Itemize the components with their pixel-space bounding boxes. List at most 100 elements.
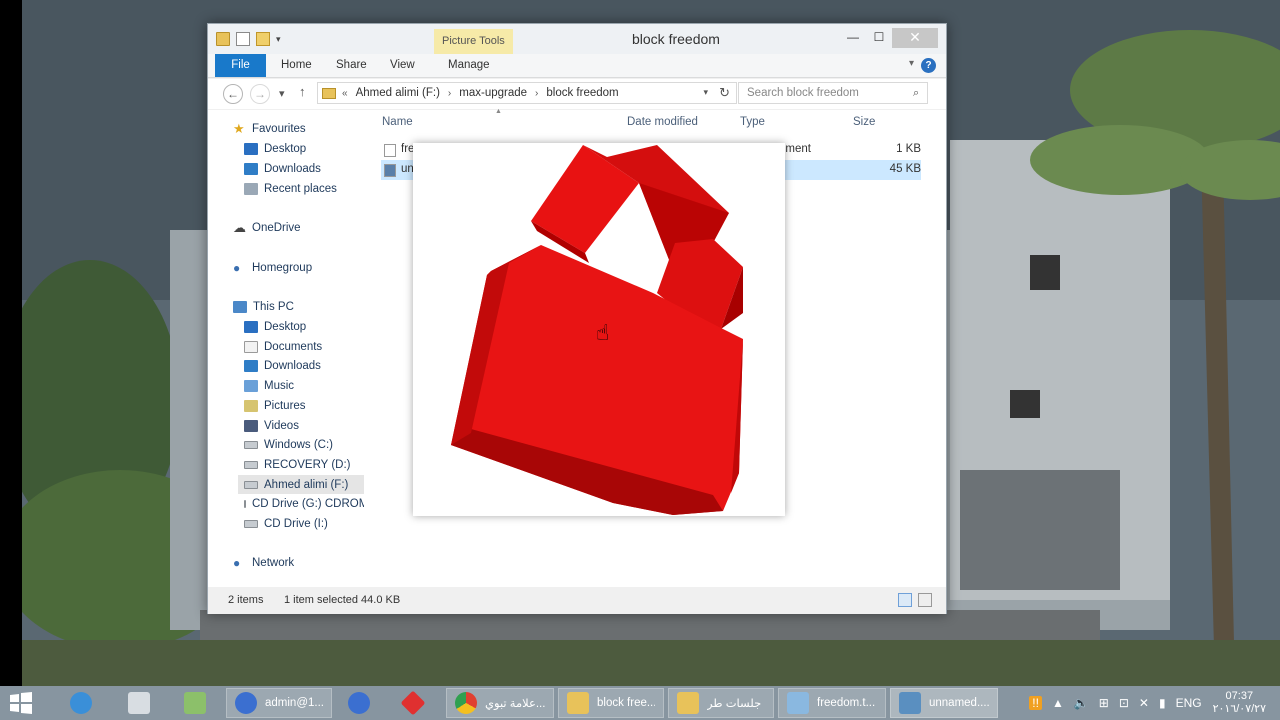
expand-ribbon-icon[interactable]: ▾ [909, 58, 914, 69]
recent-places-icon [244, 182, 258, 195]
nav-label: Homegroup [252, 261, 313, 274]
search-icon[interactable]: ⌕ [913, 87, 940, 100]
close-button[interactable]: ✕ [892, 28, 938, 48]
nav-fav-recent[interactable]: Recent places [244, 179, 337, 198]
column-date-modified[interactable]: Date modified [627, 116, 698, 128]
ie-logo-icon [70, 692, 92, 714]
quick-access-toolbar: ▾ [216, 32, 281, 46]
taskbar-app-admin[interactable]: admin@1... [226, 688, 332, 718]
chevron-up-icon[interactable]: ▲ [1052, 696, 1064, 710]
nav-pc-music[interactable]: Music [244, 376, 294, 395]
calculator-icon[interactable] [128, 688, 158, 718]
nav-favourites[interactable]: ★ Favourites [233, 119, 306, 138]
breadcrumb-block-freedom[interactable]: block freedom [546, 87, 618, 99]
back-button[interactable]: ← [223, 84, 243, 104]
properties-icon[interactable] [236, 32, 250, 46]
column-type[interactable]: Type [740, 116, 765, 128]
nav-label: Windows (C:) [264, 438, 334, 451]
nav-fav-desktop[interactable]: Desktop [244, 139, 306, 158]
large-icons-view-button[interactable] [918, 593, 932, 607]
picture-tools-label: Picture Tools [434, 29, 513, 55]
taskbar-label: freedom.t... [817, 697, 876, 709]
nav-pc-downloads[interactable]: Downloads [244, 356, 321, 375]
hand-cursor-icon: ☝ [596, 320, 610, 345]
network-tray-icon[interactable]: ⊡ [1119, 696, 1129, 710]
chevron-down-icon[interactable]: ▾ [703, 87, 708, 98]
refresh-icon[interactable]: ↻ [719, 85, 730, 101]
nav-label: RECOVERY (D:) [264, 458, 351, 471]
taskbar-app-block-freedom[interactable]: block free... [558, 688, 664, 718]
windows-start-icon[interactable] [6, 690, 36, 716]
language-indicator[interactable]: ENG [1176, 696, 1202, 710]
computer-icon [233, 300, 247, 313]
internet-explorer-icon[interactable] [70, 688, 100, 718]
nav-pc-desktop[interactable]: Desktop [244, 317, 306, 336]
nav-pc-pictures[interactable]: Pictures [244, 396, 306, 415]
chevron-right-icon[interactable]: › [535, 88, 538, 99]
taskbar-app-chrome[interactable]: علامة تبوي... [446, 688, 554, 718]
search-input[interactable]: Search block freedom [738, 82, 928, 104]
chevron-right-icon[interactable]: › [448, 88, 451, 99]
phone-app-icon [235, 692, 257, 714]
nav-pc-videos[interactable]: Videos [244, 416, 299, 435]
breadcrumb-max-upgrade[interactable]: max-upgrade [459, 87, 527, 99]
breadcrumb-drive[interactable]: Ahmed alimi (F:) [356, 87, 440, 99]
taskbar-app-freedom-txt[interactable]: freedom.t... [778, 688, 886, 718]
network-icon: ● [233, 555, 241, 570]
downloads-icon [244, 359, 258, 372]
nav-homegroup[interactable]: ● Homegroup [233, 258, 312, 277]
details-view-button[interactable] [898, 593, 912, 607]
navigation-pane: ★ Favourites Desktop Downloads Recent pla… [208, 110, 368, 587]
taskbar-app-red[interactable] [400, 688, 432, 718]
nav-pc-cd-i[interactable]: CD Drive (I:) [244, 514, 328, 533]
nav-thispc[interactable]: This PC [233, 297, 294, 316]
recent-locations-icon[interactable]: ▾ [279, 87, 285, 100]
signal-icon[interactable]: ▮ [1159, 696, 1166, 710]
new-folder-icon[interactable] [256, 32, 270, 46]
file-size: 45 KB [889, 163, 921, 175]
taskbar-app-folder-arabic[interactable]: جلسات طر [668, 688, 774, 718]
column-size[interactable]: Size [853, 116, 875, 128]
nav-pc-documents[interactable]: Documents [244, 337, 322, 356]
title-bar[interactable]: ▾ Picture Tools block freedom — ☐ ✕ [208, 24, 946, 55]
taskbar-app-phone[interactable] [348, 688, 378, 718]
calculator-logo-icon [128, 692, 150, 714]
up-button[interactable]: ↑ [299, 84, 306, 99]
taskbar-app-unnamed[interactable]: unnamed.... [890, 688, 998, 718]
nav-fav-downloads[interactable]: Downloads [244, 159, 321, 178]
clock[interactable]: 07:37 ٢٠١٦/٠٧/٢٧ [1213, 690, 1266, 716]
nav-onedrive[interactable]: ☁ OneDrive [233, 218, 301, 237]
tab-home[interactable]: Home [281, 54, 312, 77]
windows-flag-icon[interactable]: ⊞ [1099, 696, 1109, 710]
chevron-down-icon[interactable]: ▾ [276, 32, 281, 46]
tab-file[interactable]: File [215, 54, 266, 77]
notification-icon[interactable]: !! [1029, 696, 1042, 710]
nav-label: OneDrive [252, 221, 301, 234]
taskbar-label: block free... [597, 697, 655, 709]
documents-icon [244, 340, 258, 353]
phone-app-icon [348, 692, 370, 714]
tab-view[interactable]: View [390, 54, 415, 77]
overflow-icon[interactable]: « [342, 88, 348, 99]
nav-pc-cd-g[interactable]: CD Drive (G:) CDROM [244, 494, 364, 513]
file-name: un [401, 163, 414, 175]
homegroup-icon: ● [233, 260, 241, 275]
maximize-button[interactable]: ☐ [866, 28, 892, 48]
nav-pc-recovery-d[interactable]: RECOVERY (D:) [244, 455, 350, 474]
address-bar[interactable]: « Ahmed alimi (F:) › max-upgrade › block… [317, 82, 737, 104]
minimize-button[interactable]: — [840, 28, 866, 48]
nav-network[interactable]: ● Network [233, 553, 294, 572]
nav-pc-ahmed-f[interactable]: Ahmed alimi (F:) [238, 475, 364, 494]
action-center-icon[interactable]: ✕ [1139, 696, 1149, 710]
drive-icon [244, 440, 258, 449]
desktop-icon [244, 142, 258, 155]
tab-manage[interactable]: Manage [448, 54, 490, 77]
forward-button[interactable]: → [250, 84, 270, 104]
column-name[interactable]: Name [382, 116, 413, 128]
paint-icon[interactable] [184, 688, 214, 718]
tab-share[interactable]: Share [336, 54, 367, 77]
help-icon[interactable]: ? [921, 58, 936, 73]
nav-label: CD Drive (I:) [264, 517, 328, 530]
volume-icon[interactable]: 🔈 [1074, 696, 1089, 710]
nav-pc-windows-c[interactable]: Windows (C:) [244, 435, 333, 454]
